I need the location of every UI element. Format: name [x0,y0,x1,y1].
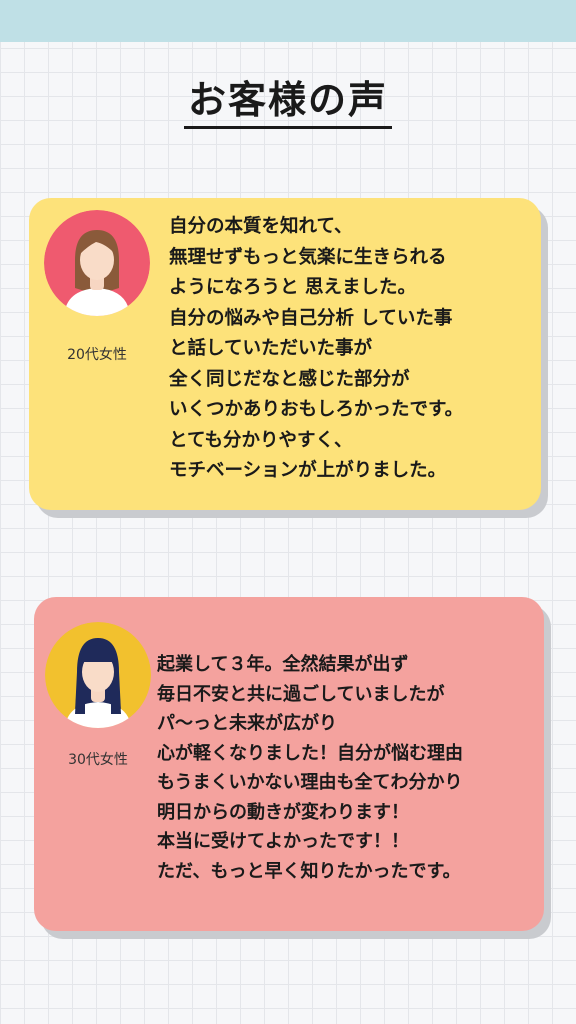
testimonial-line: いくつかありおもしろかったです。 [169,399,464,420]
testimonial-text: 起業して３年。全然結果が出ず 毎日不安と共に過ごしていましたが パ〜っと未来が広… [157,650,539,886]
top-banner [0,0,576,42]
testimonial-text: 自分の本質を知れて、 無理せずもっと気楽に生きられる ようになろうと 思えました… [169,212,539,487]
page-title-text: お客様の声 [183,79,392,129]
age-label: 30代女性 [68,752,128,768]
testimonial-card: 30代女性 起業して３年。全然結果が出ず 毎日不安と共に過ごしていましたが パ〜… [34,597,544,931]
testimonial-line: パ〜っと未来が広がり [157,713,337,734]
testimonial-line: ようになろうと 思えました。 [169,277,416,298]
testimonial-line: モチベーションが上がりました。 [169,460,447,481]
woman-dark-hair-avatar-icon [45,622,151,728]
testimonial-line: 起業して３年。全然結果が出ず [157,654,409,675]
testimonial-line: ただ、もっと早く知りたかったです。 [157,860,461,882]
testimonial-line: 全く同じだなと感じた部分が [169,368,410,390]
page-title: お客様の声 [0,79,576,129]
testimonial-line: 心が軽くなりました！自分が悩む理由 [157,742,463,764]
testimonial-line: 明日からの動きが変わります！ [157,801,409,823]
testimonial-line: とても分かりやすく、 [169,429,353,451]
testimonial-line: 無理せずもっと気楽に生きられる [169,246,447,268]
testimonial-line: もうまくいかない理由も全てわ分かり [157,772,463,793]
woman-brown-hair-avatar-icon [44,210,150,316]
testimonial-line: と話していただいた事が [169,338,372,359]
testimonial-line: 本当に受けてよかったです！！ [157,831,409,852]
testimonial-line: 毎日不安と共に過ごしていましたが [157,683,445,705]
age-label: 20代女性 [67,347,127,363]
testimonial-line: 自分の悩みや自己分析 していた事 [169,307,453,329]
testimonial-card: 20代女性 自分の本質を知れて、 無理せずもっと気楽に生きられる ようになろうと… [29,198,541,510]
testimonial-line: 自分の本質を知れて、 [169,216,353,237]
